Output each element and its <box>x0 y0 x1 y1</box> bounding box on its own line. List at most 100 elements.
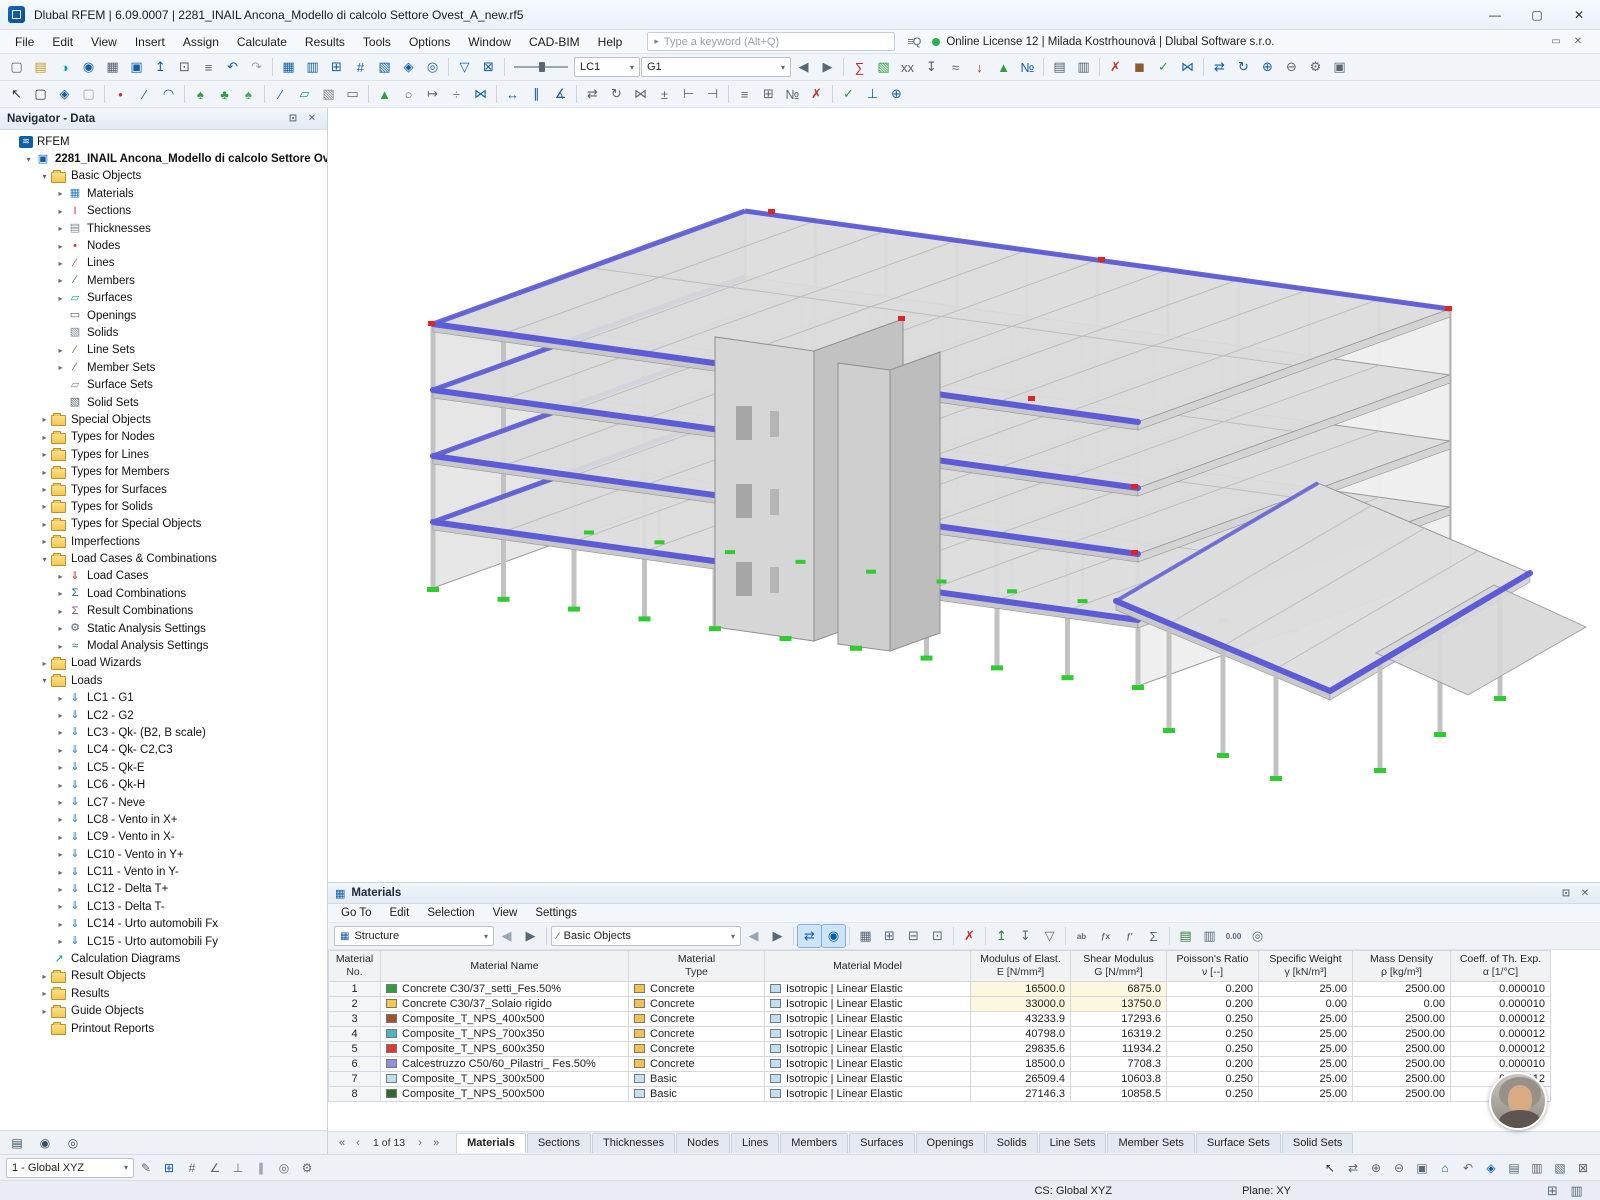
select-mode-icon[interactable]: ↖ <box>1319 1158 1341 1178</box>
tree-item-static-analysis-settings[interactable]: ▸Static Analysis Settings <box>0 620 327 637</box>
tree-item-lc7-neve[interactable]: ▸LC7 - Neve <box>0 794 327 811</box>
load-case-slider[interactable] <box>514 60 568 74</box>
dlubal-center-icon[interactable]: ◉ <box>77 56 100 78</box>
column-header-modulus-of-elast[interactable]: Modulus of Elast.E [N/mm²] <box>971 951 1071 982</box>
tree-item-modal-analysis-settings[interactable]: ▸Modal Analysis Settings <box>0 637 327 654</box>
table-category-combo[interactable]: ∕Basic Objects▾ <box>551 926 741 946</box>
move-copy-icon[interactable]: ⇄ <box>581 83 604 105</box>
export-table-icon[interactable]: ↥ <box>990 925 1013 947</box>
menu-file[interactable]: File <box>6 32 43 52</box>
column-header-coeff-of-th-exp[interactable]: Coeff. of Th. Exp.α [1/°C] <box>1451 951 1551 982</box>
insert-support-icon[interactable]: ▲ <box>373 83 396 105</box>
tree-item-guide-objects[interactable]: ▸Guide Objects <box>0 1003 327 1020</box>
show-in-graphic-icon[interactable]: ◉ <box>822 925 845 947</box>
tree-item-solid-sets[interactable]: Solid Sets <box>0 394 327 411</box>
column-header-shear-modulus[interactable]: Shear ModulusG [N/mm²] <box>1071 951 1167 982</box>
trim-icon[interactable]: ⊢ <box>677 83 700 105</box>
tree-expander-icon[interactable]: ▸ <box>38 415 51 424</box>
menu-insert[interactable]: Insert <box>126 32 174 52</box>
prev-table-icon[interactable]: ◀ <box>495 925 518 947</box>
print-table-icon[interactable]: ▥ <box>1198 925 1221 947</box>
tree-item-types-for-solids[interactable]: ▸Types for Solids <box>0 498 327 515</box>
view-plane-icon[interactable]: ⊥ <box>861 83 884 105</box>
previous-load-case-icon[interactable]: ◀ <box>792 56 815 78</box>
tree-expander-icon[interactable]: ▸ <box>38 485 51 494</box>
import-table-icon[interactable]: ↧ <box>1014 925 1037 947</box>
eccentricity-icon[interactable]: ↦ <box>421 83 444 105</box>
tree-expander-icon[interactable]: ▸ <box>38 433 51 442</box>
tree-item-lc8-vento-in-x[interactable]: ▸LC8 - Vento in X+ <box>0 811 327 828</box>
unit-settings-icon[interactable]: ⚙ <box>1304 56 1327 78</box>
tree-item-results[interactable]: ▸Results <box>0 985 327 1002</box>
menu-tools[interactable]: Tools <box>354 32 400 52</box>
navigator-toggle-icon[interactable]: ▥ <box>301 56 324 78</box>
move-view-icon[interactable]: ⇄ <box>1208 56 1231 78</box>
panel-menu-edit[interactable]: Edit <box>380 905 418 921</box>
copy-icon[interactable]: ⊡ <box>173 56 196 78</box>
lock-view-icon[interactable]: ⊠ <box>1572 1158 1594 1178</box>
tree-item-lc6-qk-h[interactable]: ▸LC6 - Qk-H <box>0 776 327 793</box>
sum-function-icon[interactable]: Σ <box>1142 925 1165 947</box>
smooth-results-icon[interactable]: ≈ <box>944 56 967 78</box>
table-tab-line-sets[interactable]: Line Sets <box>1039 1133 1107 1153</box>
select-special-icon[interactable]: ◈ <box>53 83 76 105</box>
snap-options-icon[interactable]: ⚙ <box>296 1158 318 1178</box>
table-tab-lines[interactable]: Lines <box>731 1133 779 1153</box>
tree-expander-icon[interactable]: ▸ <box>54 363 67 372</box>
table-tab-materials[interactable]: Materials <box>456 1133 526 1153</box>
tree-item-lc1-g1[interactable]: ▸LC1 - G1 <box>0 690 327 707</box>
tree-expander-icon[interactable]: ▸ <box>38 1007 51 1016</box>
panel-menu-go-to[interactable]: Go To <box>332 905 380 921</box>
view-cube-icon[interactable]: ◈ <box>397 56 420 78</box>
search-input[interactable] <box>664 36 888 48</box>
layout-toggle-icon[interactable]: ▥ <box>1565 1180 1588 1200</box>
tree-expander-icon[interactable]: ▸ <box>54 885 67 894</box>
new-model-icon[interactable]: ▢ <box>5 56 28 78</box>
next-category-icon[interactable]: ▶ <box>766 925 789 947</box>
member-hinge-icon[interactable]: ○ <box>397 83 420 105</box>
tree-item-members[interactable]: ▸Members <box>0 272 327 289</box>
tree-item-rfem[interactable]: RFEM <box>0 133 327 150</box>
table-tab-sections[interactable]: Sections <box>527 1133 591 1153</box>
table-tab-thicknesses[interactable]: Thicknesses <box>592 1133 675 1153</box>
check-model-icon[interactable]: ✓ <box>837 83 860 105</box>
float-panel-icon[interactable]: ⊡ <box>1558 885 1574 901</box>
insert-line-icon[interactable]: ∕ <box>133 83 156 105</box>
grid-settings-icon[interactable]: # <box>349 56 372 78</box>
tree-expander-icon[interactable]: ▸ <box>54 728 67 737</box>
tree-expander-icon[interactable]: ▸ <box>54 937 67 946</box>
column-header-material-name[interactable]: Material Name <box>381 951 629 982</box>
tree-expander-icon[interactable]: ▸ <box>54 850 67 859</box>
prev-category-icon[interactable]: ◀ <box>742 925 765 947</box>
show-results-icon[interactable]: ▧ <box>872 56 895 78</box>
tree-expander-icon[interactable]: ▸ <box>54 224 67 233</box>
tree-item-types-for-members[interactable]: ▸Types for Members <box>0 463 327 480</box>
tree-item-lc3-qk-b2-b-scale[interactable]: ▸LC3 - Qk- (B2, B scale) <box>0 724 327 741</box>
material-row-2[interactable]: 2Concrete C30/37_Solaio rigidoConcreteIs… <box>329 997 1551 1012</box>
tree-expander-icon[interactable]: ▸ <box>54 624 67 633</box>
table-tab-solid-sets[interactable]: Solid Sets <box>1282 1133 1354 1153</box>
show-loads-icon[interactable]: ↓ <box>968 56 991 78</box>
column-header-material[interactable]: MaterialNo. <box>329 951 381 982</box>
view-axes-icon[interactable]: ⊕ <box>885 83 908 105</box>
redo-icon[interactable]: ↷ <box>245 56 268 78</box>
tree-expander-icon[interactable]: ▸ <box>54 276 67 285</box>
printout-report-icon[interactable]: ▤ <box>1048 56 1071 78</box>
close-panel-icon[interactable]: ✕ <box>304 111 320 127</box>
add-row-icon[interactable]: ⊞ <box>878 925 901 947</box>
tree-expander-icon[interactable]: ▸ <box>38 989 51 998</box>
min-max-values-icon[interactable]: xx <box>896 56 919 78</box>
undo-icon[interactable]: ↶ <box>221 56 244 78</box>
slider-knob[interactable] <box>539 62 545 72</box>
search-table-icon[interactable]: ◎ <box>1246 925 1269 947</box>
home-view-icon[interactable]: ⌂ <box>1434 1158 1456 1178</box>
snap-grid-icon[interactable]: ⊞ <box>158 1158 180 1178</box>
delete-all-rows-icon[interactable]: ✗ <box>958 925 981 947</box>
column-header-mass-density[interactable]: Mass Densityρ [kg/m³] <box>1353 951 1451 982</box>
material-row-7[interactable]: 7Composite_T_NPS_300x500BasicIsotropic |… <box>329 1072 1551 1087</box>
tree-expander-icon[interactable]: ▸ <box>38 520 51 529</box>
tree-item-types-for-nodes[interactable]: ▸Types for Nodes <box>0 429 327 446</box>
last-table-icon[interactable]: » <box>428 1135 444 1151</box>
navigator-views-tab-icon[interactable]: ◎ <box>60 1133 86 1153</box>
snap-parallel-icon[interactable]: ∥ <box>250 1158 272 1178</box>
